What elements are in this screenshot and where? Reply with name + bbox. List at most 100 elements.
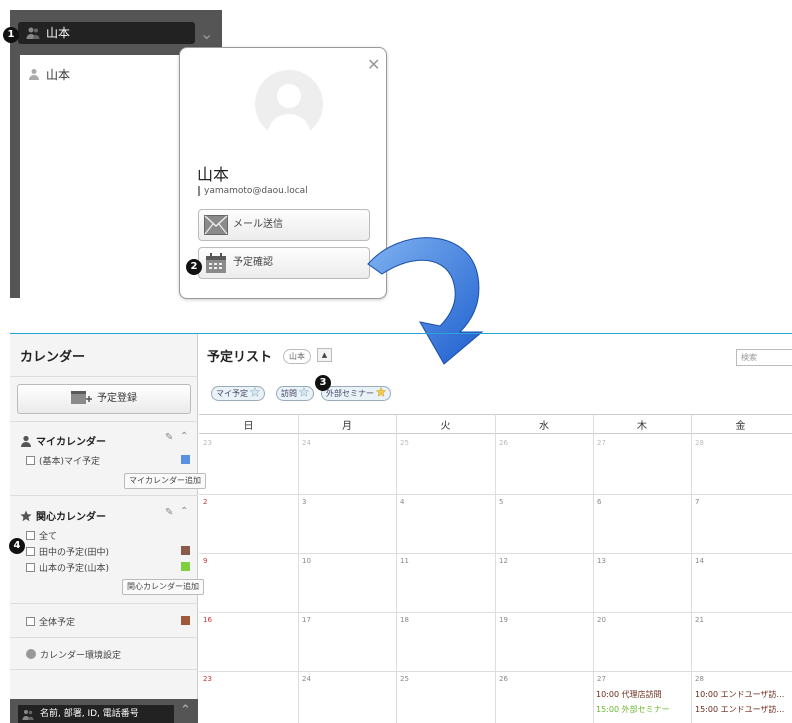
search-input[interactable]: 検索 bbox=[736, 349, 792, 366]
checkbox-tanaka-calendar[interactable] bbox=[26, 547, 35, 556]
owner-tag[interactable]: 山本 bbox=[283, 349, 311, 364]
day-number[interactable]: 25 bbox=[400, 675, 409, 683]
yamamoto-calendar-label: 山本の予定(山本) bbox=[39, 564, 110, 574]
weekday-sun: 日 bbox=[243, 421, 254, 432]
add-interest-calendar-button[interactable]: 関心カレンダー追加 bbox=[122, 579, 204, 595]
day-number[interactable]: 25 bbox=[400, 439, 409, 447]
weekday-mon: 月 bbox=[342, 421, 352, 432]
avatar bbox=[255, 70, 323, 138]
day-number[interactable]: 23 bbox=[203, 675, 212, 683]
filter-chip-my-schedule[interactable]: マイ予定 bbox=[211, 386, 265, 401]
day-number[interactable]: 28 bbox=[695, 675, 704, 683]
divider bbox=[10, 421, 198, 422]
tanaka-calendar-color[interactable] bbox=[181, 546, 190, 555]
day-number[interactable]: 19 bbox=[499, 616, 508, 624]
user-search-value: 山本 bbox=[46, 26, 71, 40]
day-number[interactable]: 18 bbox=[400, 616, 409, 624]
divider bbox=[10, 376, 198, 377]
day-number[interactable]: 13 bbox=[597, 557, 606, 565]
day-number[interactable]: 28 bbox=[695, 439, 704, 447]
day-number[interactable]: 5 bbox=[499, 498, 503, 506]
all-schedule-color[interactable] bbox=[181, 616, 190, 625]
day-number[interactable]: 12 bbox=[499, 557, 508, 565]
step-badge-2: 2 bbox=[186, 259, 202, 275]
add-my-calendar-button[interactable]: マイカレンダー追加 bbox=[124, 473, 206, 489]
user-search-field[interactable]: 山本 bbox=[18, 22, 195, 44]
chevron-up-icon[interactable]: ⌃ bbox=[180, 506, 188, 517]
edit-icon[interactable]: ✎ bbox=[165, 507, 173, 518]
interest-calendar-title[interactable]: 関心カレンダー bbox=[20, 508, 106, 523]
checkbox-basic-calendar[interactable] bbox=[26, 456, 35, 465]
event-item[interactable]: 15:00 エンドユーザ訪… bbox=[695, 704, 784, 715]
day-number[interactable]: 16 bbox=[203, 616, 212, 624]
day-number[interactable]: 11 bbox=[400, 557, 409, 565]
chevron-up-icon[interactable]: ⌃ bbox=[180, 431, 188, 442]
grid-row-line bbox=[199, 671, 792, 672]
gear-icon bbox=[26, 649, 36, 659]
my-calendar-title[interactable]: マイカレンダー bbox=[20, 433, 106, 448]
calendar-icon bbox=[206, 253, 226, 273]
day-number[interactable]: 27 bbox=[597, 439, 606, 447]
user-result-name: 山本 bbox=[46, 68, 71, 82]
edit-icon[interactable]: ✎ bbox=[165, 432, 173, 443]
grid-row-line bbox=[199, 553, 792, 554]
triangle-up-icon[interactable]: ▲ bbox=[317, 348, 332, 362]
yamamoto-calendar-color[interactable] bbox=[181, 562, 190, 571]
close-icon[interactable]: ✕ bbox=[367, 55, 380, 74]
weekday-thu: 木 bbox=[637, 421, 647, 432]
grid-column-line bbox=[495, 414, 496, 723]
grid-column-line bbox=[298, 414, 299, 723]
divider bbox=[10, 669, 198, 670]
checkbox-all-interest[interactable] bbox=[26, 531, 35, 540]
day-number[interactable]: 3 bbox=[302, 498, 306, 506]
day-number[interactable]: 21 bbox=[695, 616, 704, 624]
event-item[interactable]: 10:00 代理店訪問 bbox=[596, 689, 662, 700]
day-number[interactable]: 26 bbox=[499, 439, 508, 447]
event-item[interactable]: 10:00 エンドユーザ訪… bbox=[695, 689, 784, 700]
checkbox-all-schedule[interactable] bbox=[26, 617, 35, 626]
day-number[interactable]: 20 bbox=[597, 616, 606, 624]
profile-name: 山本 bbox=[197, 165, 230, 184]
filter-chip-visit[interactable]: 訪問 bbox=[276, 386, 314, 401]
send-mail-button[interactable]: メール送信 bbox=[198, 209, 370, 241]
day-number[interactable]: 14 bbox=[695, 557, 704, 565]
weekday-tue: 火 bbox=[440, 421, 451, 432]
divider bbox=[10, 603, 198, 604]
grid-row-line bbox=[199, 494, 792, 495]
day-number[interactable]: 27 bbox=[597, 675, 606, 683]
chevron-down-icon[interactable]: ⌄ bbox=[200, 24, 213, 43]
star-icon bbox=[376, 387, 386, 397]
user-result-item[interactable]: 山本 bbox=[28, 66, 70, 83]
calendar-settings-link[interactable]: カレンダー環境設定 bbox=[26, 648, 121, 661]
check-schedule-button[interactable]: 予定確認 bbox=[198, 247, 370, 279]
user-icon bbox=[29, 69, 39, 80]
chevron-up-icon[interactable]: ⌃ bbox=[180, 703, 191, 718]
day-number[interactable]: 9 bbox=[203, 557, 207, 565]
day-number[interactable]: 26 bbox=[499, 675, 508, 683]
register-schedule-button[interactable]: 予定登録 bbox=[17, 384, 191, 414]
event-item[interactable]: 15:00 外部セミナー bbox=[596, 704, 670, 715]
filter-chip-label: マイ予定 bbox=[216, 389, 248, 398]
day-number[interactable]: 24 bbox=[302, 439, 311, 447]
send-mail-label: メール送信 bbox=[233, 219, 283, 230]
day-number[interactable]: 7 bbox=[695, 498, 699, 506]
my-calendar-label: マイカレンダー bbox=[36, 437, 106, 448]
day-number[interactable]: 10 bbox=[302, 557, 311, 565]
day-number[interactable]: 6 bbox=[597, 498, 601, 506]
bottom-search-input[interactable]: 名前, 部署, ID, 電話番号 bbox=[18, 705, 174, 723]
add-calendar-icon bbox=[71, 391, 92, 404]
people-icon bbox=[22, 710, 34, 720]
all-schedule-label: 全体予定 bbox=[39, 618, 76, 628]
step-badge-1: 1 bbox=[3, 27, 19, 43]
day-number[interactable]: 23 bbox=[203, 439, 212, 447]
basic-calendar-color[interactable] bbox=[181, 455, 190, 464]
calendar-settings-label: カレンダー環境設定 bbox=[40, 651, 122, 661]
day-number[interactable]: 17 bbox=[302, 616, 311, 624]
filter-chip-seminar[interactable]: 外部セミナー bbox=[321, 386, 391, 401]
checkbox-yamamoto-calendar[interactable] bbox=[26, 563, 35, 572]
filter-chip-label: 外部セミナー bbox=[326, 389, 374, 398]
day-number[interactable]: 4 bbox=[400, 498, 404, 506]
day-number[interactable]: 2 bbox=[203, 498, 207, 506]
grid-column-line bbox=[691, 414, 692, 723]
day-number[interactable]: 24 bbox=[302, 675, 311, 683]
